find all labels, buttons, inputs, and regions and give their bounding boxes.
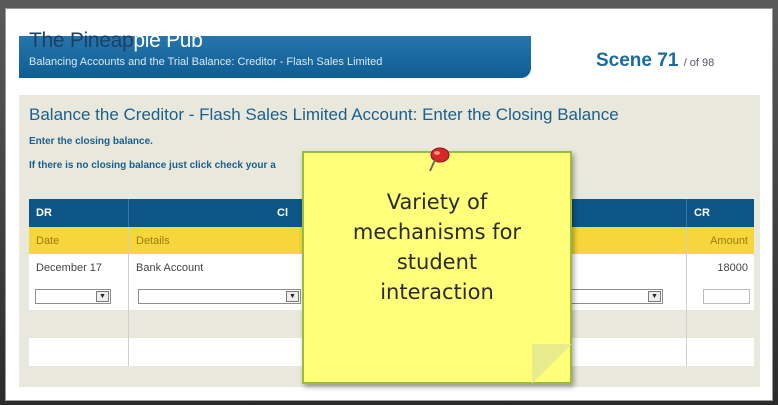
cr-header: CR: [694, 207, 710, 219]
col-amount: Amount: [710, 235, 748, 247]
pushpin-icon: [429, 147, 450, 172]
page-curl: [532, 344, 572, 384]
cell-amount: 18000: [717, 262, 748, 274]
chevron-down-icon: ▼: [648, 291, 661, 302]
empty-cell: [129, 338, 326, 366]
chevron-down-icon: ▼: [286, 291, 299, 302]
empty-cell: [129, 310, 326, 338]
cell-details: Bank Account: [129, 254, 326, 282]
col-date: Date: [29, 227, 129, 254]
cell-date-input: ▼: [29, 282, 129, 310]
sticky-note: Variety of mechanisms for student intera…: [302, 147, 572, 384]
cell-amount-input: [687, 282, 754, 310]
empty-cell: [29, 338, 129, 366]
page-title: Balance the Creditor - Flash Sales Limit…: [29, 105, 619, 124]
closing-balance-input[interactable]: [703, 289, 750, 304]
cell-date: December 17: [29, 254, 129, 282]
details-select[interactable]: ▼: [138, 289, 301, 304]
empty-cell: [687, 310, 754, 338]
date-select[interactable]: ▼: [35, 289, 111, 304]
col-details: Details: [129, 227, 326, 254]
sticky-note-text: Variety of mechanisms for student intera…: [352, 190, 522, 304]
instruction-text-2: If there is no closing balance just clic…: [29, 160, 276, 171]
dr-header: DR: [29, 199, 129, 227]
details-right-select[interactable]: ▼: [563, 289, 663, 304]
chevron-down-icon: ▼: [96, 291, 109, 302]
empty-cell: [687, 338, 754, 366]
empty-cell: [29, 310, 129, 338]
app-subtitle: Balancing Accounts and the Trial Balance…: [29, 56, 383, 68]
app-title: The Pineapple Pub: [29, 29, 203, 52]
cell-details-input: ▼: [129, 282, 326, 310]
scene-counter: Scene 71 / of 98: [596, 50, 715, 71]
instruction-text: Enter the closing balance.: [29, 136, 153, 147]
